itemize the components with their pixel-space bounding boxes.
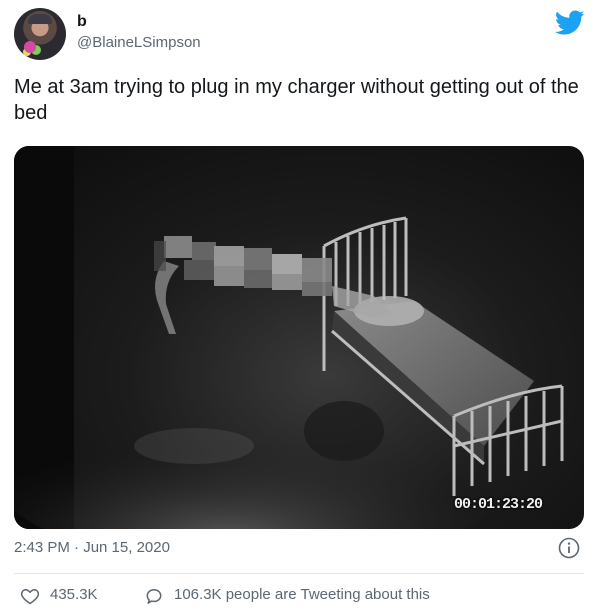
video-timestamp: 00:01:23:20 bbox=[454, 496, 543, 513]
tweet-card: b @BlaineLSimpson Me at 3am trying to pl… bbox=[0, 0, 600, 612]
tweet-text: Me at 3am trying to plug in my charger w… bbox=[14, 76, 579, 124]
avatar-flower bbox=[24, 41, 36, 53]
speech-bubble-icon[interactable] bbox=[144, 586, 164, 606]
twitter-bird-icon[interactable] bbox=[555, 10, 585, 36]
info-icon[interactable] bbox=[558, 537, 580, 559]
user-handle[interactable]: @BlaineLSimpson bbox=[77, 34, 201, 51]
like-count[interactable]: 435.3K bbox=[50, 586, 98, 603]
divider bbox=[14, 573, 584, 574]
avatar-cap bbox=[28, 14, 52, 24]
avatar[interactable] bbox=[14, 8, 66, 60]
tweet-photo[interactable]: 00:01:23:20 bbox=[14, 146, 584, 529]
heart-icon[interactable] bbox=[20, 586, 40, 606]
tweet-timestamp[interactable]: 2:43 PM · Jun 15, 2020 bbox=[14, 539, 170, 556]
night-vision-scene bbox=[14, 146, 564, 529]
tweeting-about-link[interactable]: 106.3K people are Tweeting about this bbox=[174, 586, 430, 603]
display-name[interactable]: b bbox=[77, 13, 87, 31]
